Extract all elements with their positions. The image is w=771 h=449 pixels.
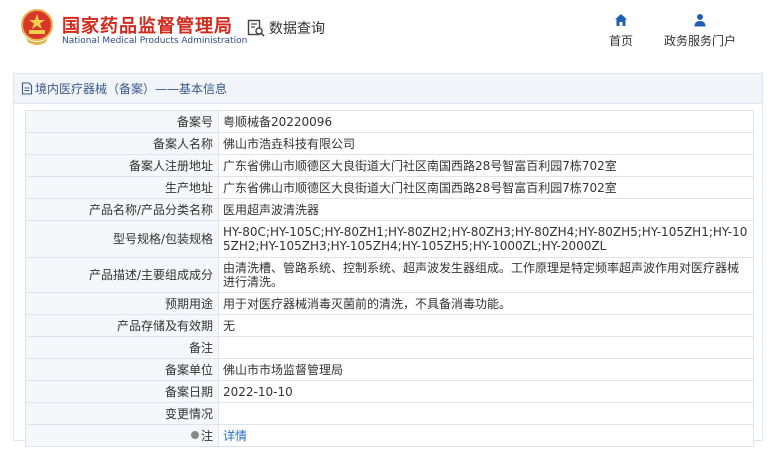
field-value: HY-80C;HY-105C;HY-80ZH1;HY-80ZH2;HY-80ZH…	[218, 220, 754, 258]
field-value: 无	[218, 314, 754, 337]
field-value: 由清洗槽、管路系统、控制系统、超声波发生器组成。工作原理是特定频率超声波作用对医…	[218, 257, 754, 293]
table-row: 型号规格/包装规格 HY-80C;HY-105C;HY-80ZH1;HY-80Z…	[25, 220, 754, 258]
data-query-link[interactable]: 数据查询	[247, 18, 325, 38]
field-label: 产品名称/产品分类名称	[25, 198, 219, 221]
field-label: 生产地址	[25, 176, 219, 199]
table-row: 备案日期 2022-10-10	[25, 380, 754, 403]
table-row: 注 详情	[25, 424, 754, 447]
pin-icon	[190, 431, 199, 439]
table-row: 备案号 粤顺械备20220096	[25, 110, 754, 133]
nav-home[interactable]: 首页	[609, 12, 633, 49]
field-value	[218, 402, 754, 425]
site-title: 国家药品监督管理局	[62, 16, 233, 37]
field-value: 广东省佛山市顺德区大良街道大门社区南国西路28号智富百利园7栋702室	[218, 154, 754, 177]
field-value: 佛山市浩垚科技有限公司	[218, 132, 754, 155]
field-value: 详情	[218, 424, 754, 447]
field-label: 备案日期	[25, 380, 219, 403]
field-label: 产品存储及有效期	[25, 314, 219, 337]
note-label-cell: 注	[25, 424, 219, 447]
field-label: 备案号	[25, 110, 219, 133]
field-value	[218, 336, 754, 359]
field-value: 医用超声波清洗器	[218, 198, 754, 221]
field-label: 型号规格/包装规格	[25, 220, 219, 258]
table-row: 备案单位 佛山市市场监督管理局	[25, 358, 754, 381]
national-emblem-icon	[21, 9, 53, 45]
document-search-icon	[247, 19, 265, 37]
panel-heading: 境内医疗器械（备案）——基本信息	[14, 74, 762, 104]
record-panel: 境内医疗器械（备案）——基本信息 备案号 粤顺械备20220096 备案人名称 …	[13, 73, 763, 447]
field-value: 用于对医疗器械消毒灭菌前的清洗，不具备消毒功能。	[218, 292, 754, 315]
panel-heading-text: 境内医疗器械（备案）——基本信息	[35, 82, 228, 96]
field-label: 产品描述/主要组成成分	[25, 257, 219, 293]
nav-home-label: 首页	[609, 34, 634, 48]
table-row: 产品名称/产品分类名称 医用超声波清洗器	[25, 198, 754, 221]
user-icon	[694, 14, 706, 27]
data-query-label: 数据查询	[269, 21, 325, 37]
nav-service-portal[interactable]: 政务服务门户	[664, 12, 736, 49]
document-icon	[21, 82, 33, 95]
field-value: 佛山市市场监督管理局	[218, 358, 754, 381]
field-label: 预期用途	[25, 292, 219, 315]
table-row: 备案人名称 佛山市浩垚科技有限公司	[25, 132, 754, 155]
field-label: 备案人注册地址	[25, 154, 219, 177]
field-label: 变更情况	[25, 402, 219, 425]
nav-portal-label: 政务服务门户	[664, 34, 737, 48]
field-label: 备案单位	[25, 358, 219, 381]
table-row: 生产地址 广东省佛山市顺德区大良街道大门社区南国西路28号智富百利园7栋702室	[25, 176, 754, 199]
field-value: 2022-10-10	[218, 380, 754, 403]
site-subtitle: National Medical Products Administration	[62, 36, 248, 46]
field-value: 粤顺械备20220096	[218, 110, 754, 133]
table-row: 产品存储及有效期 无	[25, 314, 754, 337]
site-header: 国家药品监督管理局 National Medical Products Admi…	[0, 0, 771, 62]
table-row: 预期用途 用于对医疗器械消毒灭菌前的清洗，不具备消毒功能。	[25, 292, 754, 315]
field-label: 注	[200, 428, 213, 443]
home-icon	[615, 14, 627, 26]
table-row: 产品描述/主要组成成分 由清洗槽、管路系统、控制系统、超声波发生器组成。工作原理…	[25, 257, 754, 293]
details-link[interactable]: 详情	[223, 429, 247, 443]
table-row: 备注	[25, 336, 754, 359]
field-label: 备案人名称	[25, 132, 219, 155]
field-value: 广东省佛山市顺德区大良街道大门社区南国西路28号智富百利园7栋702室	[218, 176, 754, 199]
record-table: 备案号 粤顺械备20220096 备案人名称 佛山市浩垚科技有限公司 备案人注册…	[25, 110, 754, 447]
table-row: 变更情况	[25, 402, 754, 425]
field-label: 备注	[25, 336, 219, 359]
table-row: 备案人注册地址 广东省佛山市顺德区大良街道大门社区南国西路28号智富百利园7栋7…	[25, 154, 754, 177]
